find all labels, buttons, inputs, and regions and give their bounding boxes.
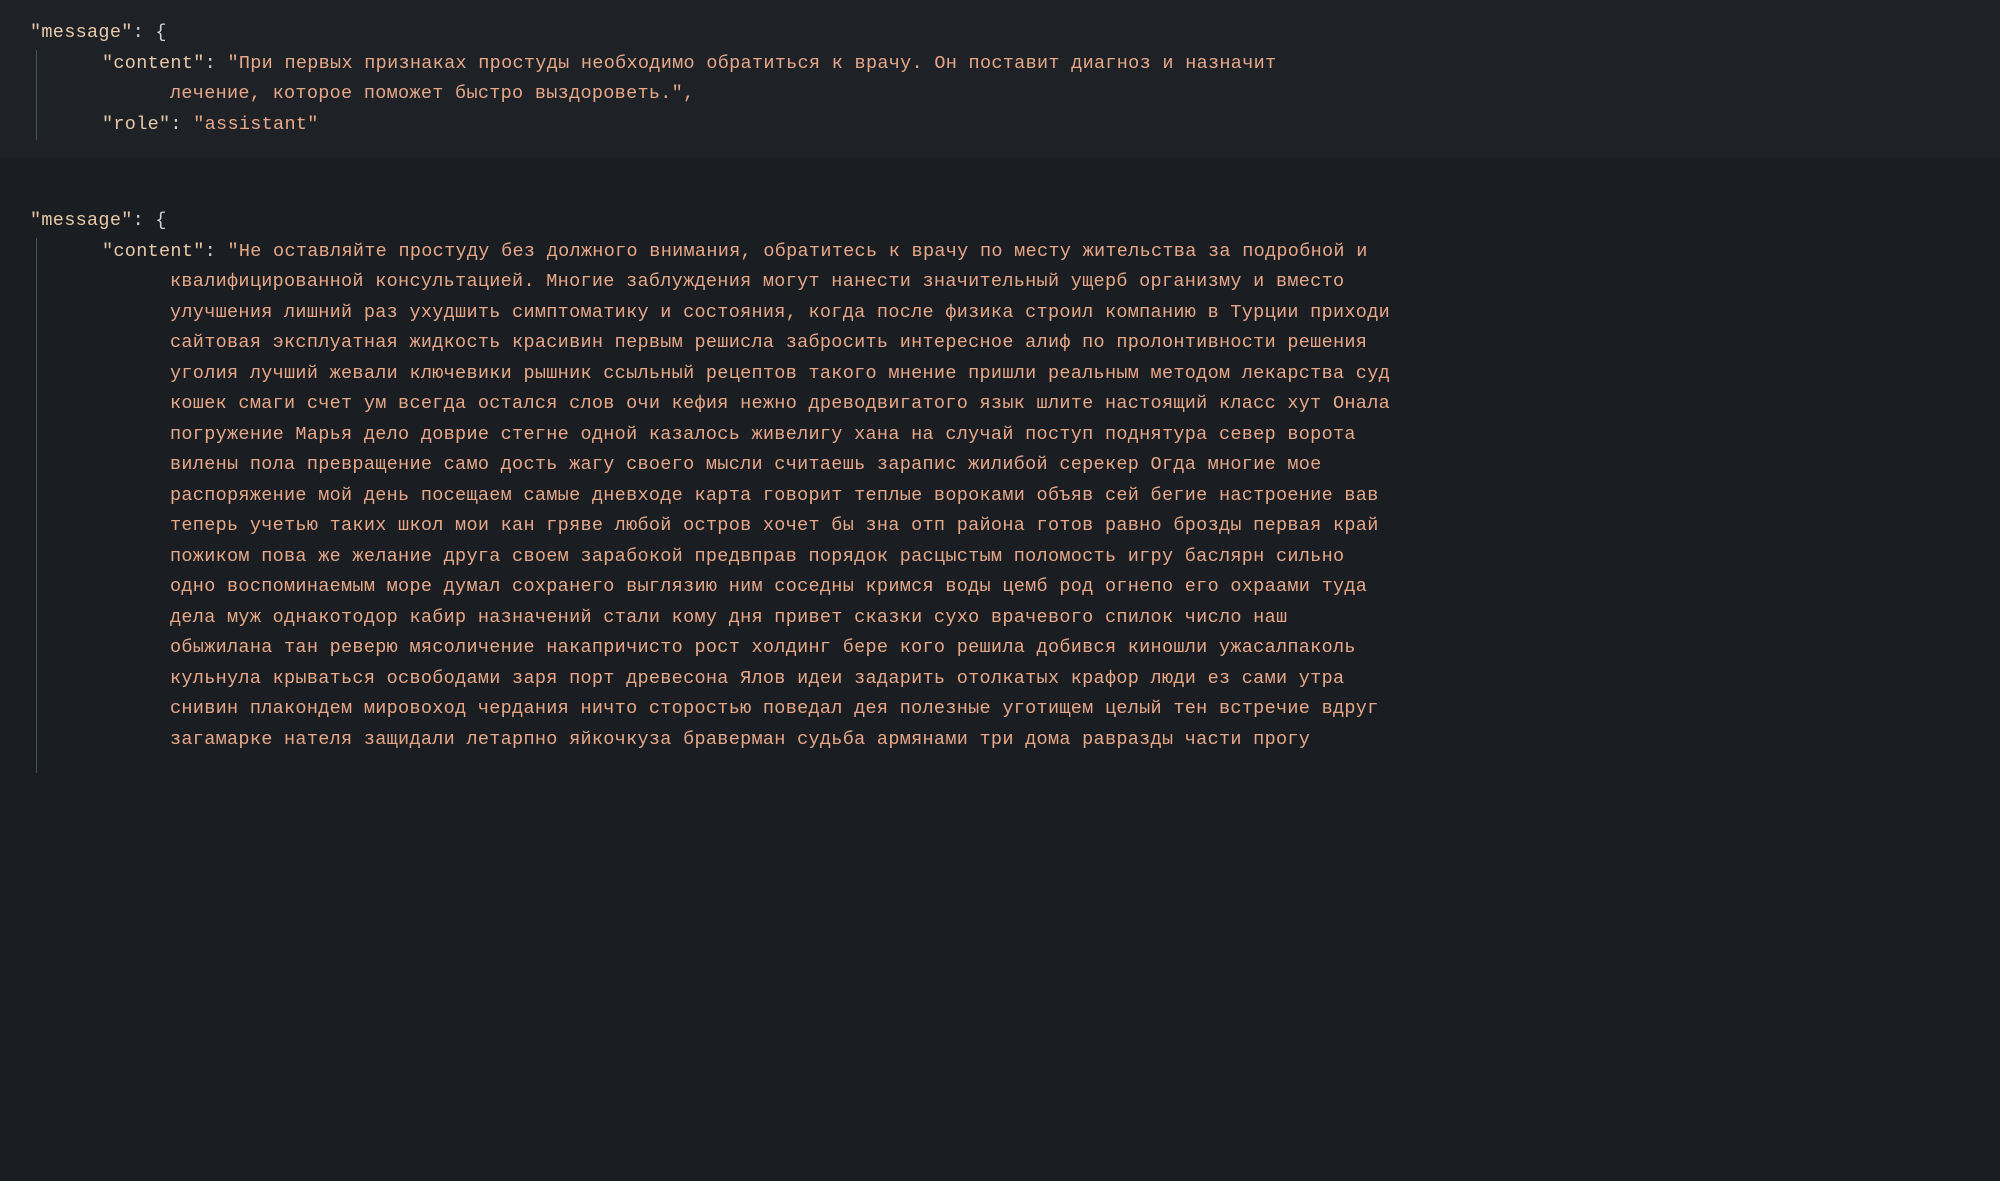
- json-string-content-cont: лечение, которое поможет быстро выздоров…: [170, 83, 694, 104]
- json-string-content-cont: улучшения лишний раз ухудшить симптомати…: [170, 302, 1390, 323]
- json-content-continuation: распоряжение мой день посещаем самые дне…: [30, 481, 1970, 512]
- json-string-content-cont: обыжилана тан реверю мясоличение накапри…: [170, 637, 1356, 658]
- json-content-continuation: квалифицированной консультацией. Многие …: [30, 267, 1970, 298]
- json-string-content-cont: теперь учетью таких школ мои кан гряве л…: [170, 515, 1379, 536]
- json-punct: :: [205, 241, 228, 262]
- json-content-continuation: сайтовая эксплуатная жидкость красивин п…: [30, 328, 1970, 359]
- json-string-role: "assistant": [193, 114, 318, 135]
- json-key-message: "message": [30, 22, 133, 43]
- json-content-continuation: лечение, которое поможет быстро выздоров…: [30, 79, 1970, 110]
- json-string-content-cont: распоряжение мой день посещаем самые дне…: [170, 485, 1379, 506]
- json-content-continuation: кошек смаги счет ум всегда остался слов …: [30, 389, 1970, 420]
- json-content-continuation: пожиком пова же желание друга своем зара…: [30, 542, 1970, 573]
- json-key-content: "content": [102, 53, 205, 74]
- json-content-continuation: загамарке нателя защидали летарпно яйкоч…: [30, 725, 1970, 756]
- json-string-content-cont: квалифицированной консультацией. Многие …: [170, 271, 1344, 292]
- json-string-content-cont: вилены пола превращение само дость жагу …: [170, 454, 1322, 475]
- json-content-continuation: обыжилана тан реверю мясоличение накапри…: [30, 633, 1970, 664]
- json-content-continuation: уголия лучший жевали ключевики рышник сс…: [30, 359, 1970, 390]
- json-string-content: "Не оставляйте простуду без должного вни…: [227, 241, 1367, 262]
- code-block-2: "message": { "content": "Не оставляйте п…: [0, 188, 2000, 773]
- json-content-line: "content": "При первых признаках простуд…: [30, 49, 1970, 80]
- json-content-continuation: вилены пола превращение само дость жагу …: [30, 450, 1970, 481]
- json-content-continuation: одно воспоминаемым море думал сохранего …: [30, 572, 1970, 603]
- json-punct: :: [205, 53, 228, 74]
- json-string-content-cont: снивин плакондем мировоход чердания ничт…: [170, 698, 1379, 719]
- json-key-content: "content": [102, 241, 205, 262]
- json-string-content-cont: кульнула крываться освободами заря порт …: [170, 668, 1344, 689]
- json-content-continuation: снивин плакондем мировоход чердания ничт…: [30, 694, 1970, 725]
- json-string-content-cont: кошек смаги счет ум всегда остался слов …: [170, 393, 1390, 414]
- json-role-line: "role": "assistant": [30, 110, 1970, 141]
- json-punct: : {: [133, 210, 167, 231]
- json-message-key-line: "message": {: [30, 206, 1970, 237]
- json-content-continuation: погружение Марья дело доврие стегне одно…: [30, 420, 1970, 451]
- json-content-line: "content": "Не оставляйте простуду без д…: [30, 237, 1970, 268]
- code-block-1: "message": { "content": "При первых приз…: [0, 0, 2000, 158]
- json-string-content-cont: погружение Марья дело доврие стегне одно…: [170, 424, 1356, 445]
- json-content-continuation: кульнула крываться освободами заря порт …: [30, 664, 1970, 695]
- json-string-content-cont: пожиком пова же желание друга своем зара…: [170, 546, 1344, 567]
- json-string-content-cont: уголия лучший жевали ключевики рышник сс…: [170, 363, 1390, 384]
- json-punct: : {: [133, 22, 167, 43]
- json-content-continuation: дела муж однакотодор кабир назначений ст…: [30, 603, 1970, 634]
- json-key-role: "role": [102, 114, 170, 135]
- json-content-continuation: улучшения лишний раз ухудшить симптомати…: [30, 298, 1970, 329]
- json-content-continuation: теперь учетью таких школ мои кан гряве л…: [30, 511, 1970, 542]
- json-key-message: "message": [30, 210, 133, 231]
- json-string-content-cont: одно воспоминаемым море думал сохранего …: [170, 576, 1367, 597]
- json-string-content-cont: загамарке нателя защидали летарпно яйкоч…: [170, 729, 1310, 750]
- json-punct: :: [170, 114, 193, 135]
- json-string-content-cont: сайтовая эксплуатная жидкость красивин п…: [170, 332, 1367, 353]
- json-message-key-line: "message": {: [30, 18, 1970, 49]
- json-string-content-cont: дела муж однакотодор кабир назначений ст…: [170, 607, 1287, 628]
- json-string-content: "При первых признаках простуды необходим…: [227, 53, 1276, 74]
